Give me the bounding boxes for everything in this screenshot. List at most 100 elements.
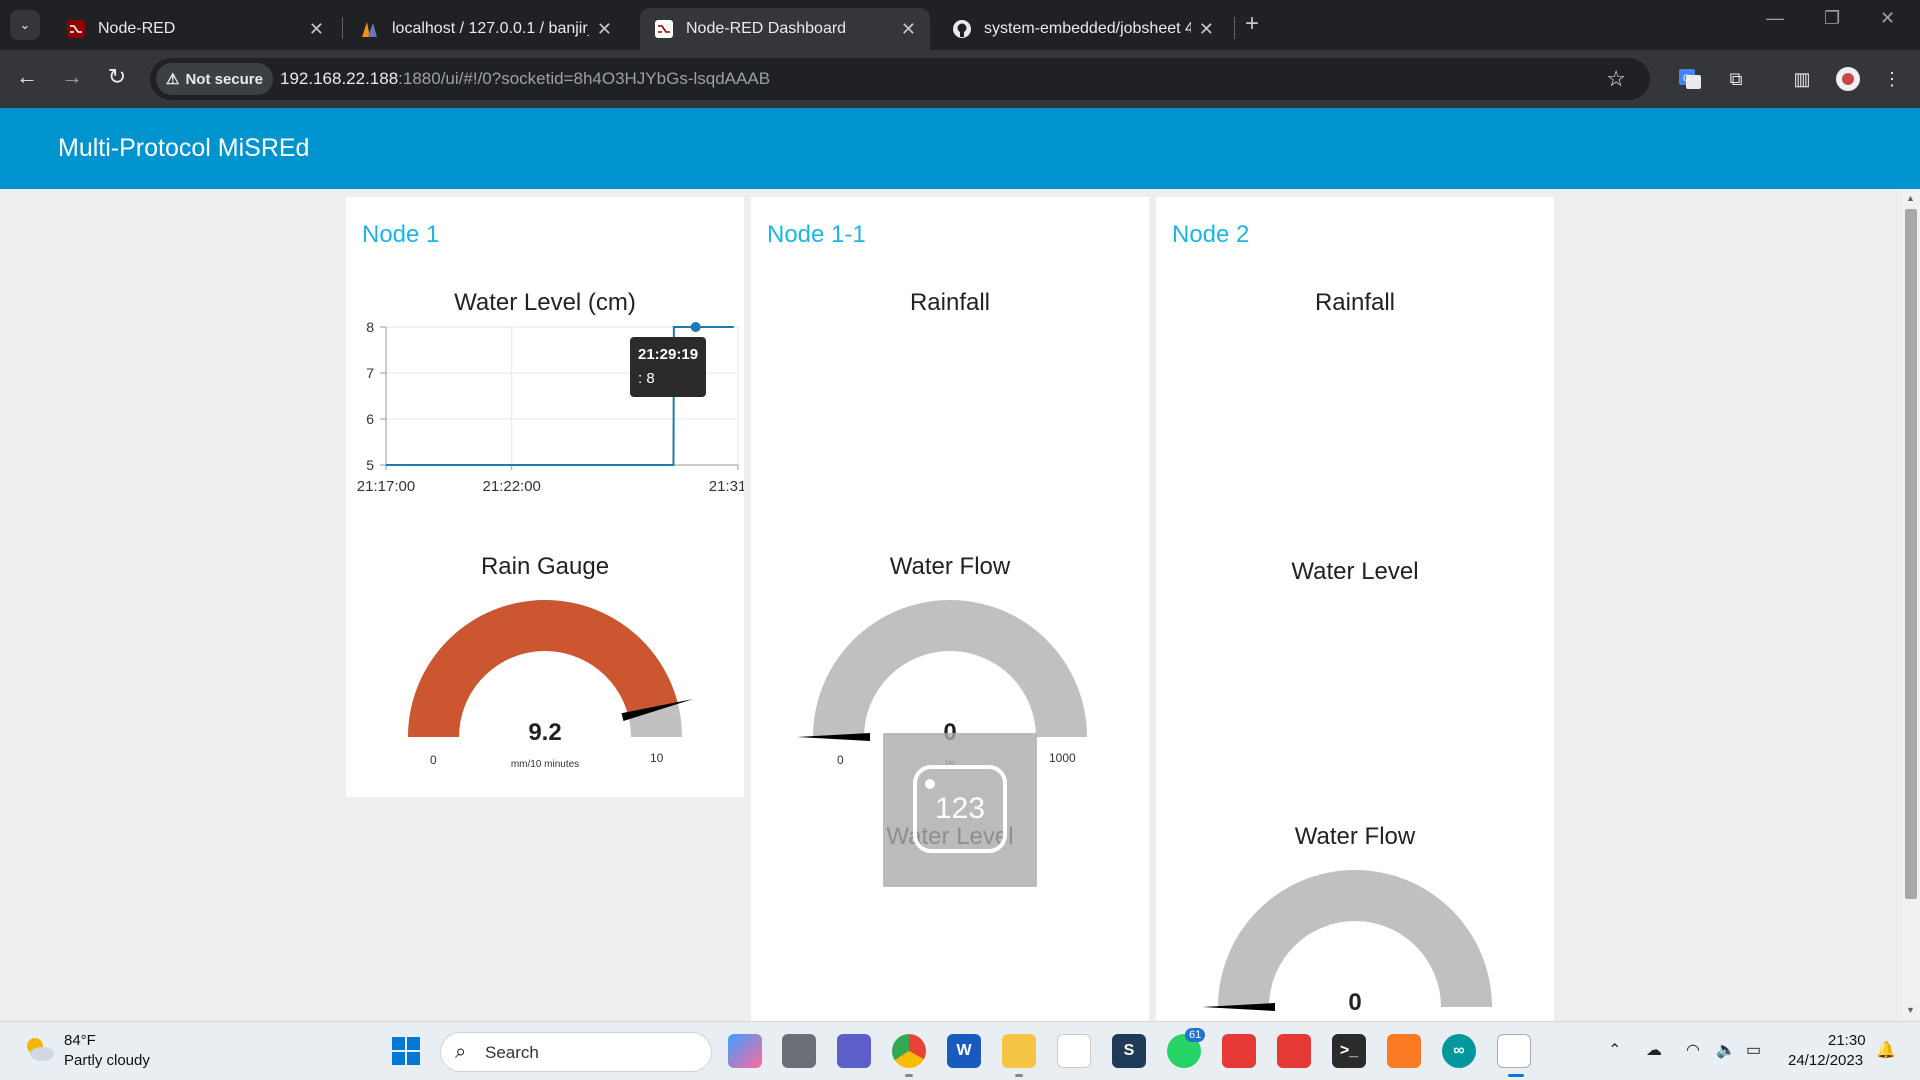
bookmark-star-icon[interactable]: ☆ (1606, 66, 1626, 92)
tab-close-icon[interactable]: ✕ (901, 19, 916, 40)
page-scrollbar[interactable]: ▲ ▼ (1902, 189, 1920, 1021)
extensions-icon[interactable]: ⧉ (1722, 65, 1750, 93)
battery-icon[interactable]: ▭ (1746, 1040, 1761, 1060)
gauge-min: 0 (837, 753, 844, 767)
taskbar-search[interactable]: ⌕ Search (440, 1032, 712, 1072)
new-tab-button[interactable]: + (1245, 10, 1259, 38)
word-icon[interactable]: W (947, 1034, 981, 1068)
xampp-icon[interactable] (1387, 1034, 1421, 1068)
group-node-1-1: Node 1-1 Rainfall Water Flow 0 l/s 0 100… (751, 197, 1149, 1021)
reload-icon[interactable]: ↻ (102, 64, 132, 90)
gauge-value: 0 (1348, 989, 1362, 1016)
y-tick-label: 6 (366, 411, 374, 427)
scroll-up-icon[interactable]: ▲ (1906, 193, 1915, 203)
github-icon (953, 20, 971, 38)
tab-title: system-embedded/jobsheet 4/ (984, 20, 1191, 37)
gauge-title: Water Flow (1294, 823, 1416, 850)
snipping-tool-icon[interactable] (1497, 1034, 1531, 1068)
security-label: Not secure (185, 70, 263, 88)
gauge-max: 1000 (1049, 751, 1076, 765)
gauge-min: 0 (430, 753, 437, 767)
terminal-icon[interactable]: >_ (1332, 1034, 1366, 1068)
numeric-icon-text: 123 (934, 792, 986, 825)
tray-overflow-icon[interactable]: ⌃ (1608, 1040, 1621, 1060)
address-bar[interactable]: ⚠ Not secure 192.168.22.188:1880/ui/#!/0… (150, 58, 1650, 100)
minimize-icon[interactable]: — (1766, 8, 1784, 29)
tab-close-icon[interactable]: ✕ (597, 19, 612, 40)
volume-icon[interactable]: 🔈 (1716, 1040, 1736, 1060)
node-red-dashboard-icon (655, 20, 673, 38)
side-panel-icon[interactable]: ▥ (1788, 65, 1816, 93)
app-s-icon[interactable]: S (1112, 1034, 1146, 1068)
group-title: Node 2 (1172, 221, 1250, 248)
x-tick-label: 21:17:00 (357, 478, 415, 495)
rainfall-title: Rainfall (1314, 289, 1396, 316)
security-chip[interactable]: ⚠ Not secure (156, 63, 273, 95)
browser-menu-icon[interactable]: ⋮ (1878, 65, 1906, 93)
x-tick-label: 21:22:00 (483, 478, 541, 495)
tab-phpmyadmin[interactable]: localhost / 127.0.0.1 / banjir_db ✕ (346, 8, 626, 50)
git-icon[interactable] (1222, 1034, 1256, 1068)
scrollbar-thumb[interactable] (1905, 209, 1917, 899)
chrome-icon[interactable] (892, 1034, 926, 1068)
gauge-unit: mm/10 minutes (510, 759, 580, 770)
browser-toolbar: ← → ↻ ⚠ Not secure 192.168.22.188:1880/u… (0, 50, 1920, 108)
teams-icon[interactable] (837, 1034, 871, 1068)
tab-search-button[interactable]: ⌄ (10, 10, 40, 40)
dashboard-header: Multi-Protocol MiSREd (0, 108, 1920, 189)
tab-node-red-dashboard[interactable]: Node-RED Dashboard ✕ (640, 8, 930, 50)
y-tick-label: 7 (366, 365, 374, 381)
numeric-icon-dot (925, 779, 935, 789)
numeric-widget-icon: 123 (913, 765, 1007, 853)
weather-partly-cloudy-icon[interactable] (22, 1034, 56, 1064)
node-red-icon (67, 20, 85, 38)
tab-separator (1234, 17, 1235, 39)
onedrive-icon[interactable]: ☁ (1646, 1040, 1662, 1060)
tab-github[interactable]: system-embedded/jobsheet 4/ ✕ (938, 8, 1228, 50)
y-tick-label: 8 (366, 319, 374, 335)
notification-bell-icon[interactable]: 🔔 (1876, 1040, 1896, 1060)
weather-temp: 84°F (64, 1032, 96, 1049)
git-gui-icon[interactable] (1277, 1034, 1311, 1068)
tab-node-red[interactable]: Node-RED ✕ (52, 8, 338, 50)
file-explorer-icon[interactable] (1002, 1034, 1036, 1068)
numeric-widget-drag-ghost[interactable]: 123 (883, 733, 1037, 887)
group-node-1: Node 1 Water Level (cm) 5 6 7 8 21:17:00 21:2… (346, 197, 744, 797)
scroll-down-icon[interactable]: ▼ (1906, 1005, 1915, 1015)
wifi-icon[interactable]: ◠ (1686, 1040, 1700, 1060)
url-text[interactable]: 192.168.22.188:1880/ui/#!/0?socketid=8h4… (280, 69, 770, 89)
gauge-title: Rain Gauge (480, 553, 610, 580)
windows-start-icon[interactable] (391, 1036, 421, 1066)
tab-title: localhost / 127.0.0.1 / banjir_db (392, 20, 589, 37)
task-view-icon[interactable] (782, 1034, 816, 1068)
chart-tooltip: 21:29:19 : 8 (630, 337, 707, 397)
weather-desc: Partly cloudy (64, 1052, 150, 1069)
clock-date[interactable]: 24/12/2023 (1788, 1052, 1863, 1069)
gauge-background-arc (1218, 870, 1492, 1007)
restore-icon[interactable]: ❐ (1824, 8, 1840, 29)
profile-avatar[interactable] (1834, 65, 1862, 93)
close-window-icon[interactable]: ✕ (1880, 8, 1895, 29)
google-translate-icon[interactable]: G (1676, 65, 1704, 93)
water-level-title: Water Level (1291, 558, 1419, 585)
copilot-icon[interactable] (728, 1034, 762, 1068)
highlighted-data-point (690, 322, 701, 332)
forward-icon[interactable]: → (57, 64, 87, 90)
clock-time[interactable]: 21:30 (1828, 1032, 1866, 1049)
dashboard-title: Multi-Protocol MiSREd (58, 134, 310, 162)
tab-close-icon[interactable]: ✕ (1199, 19, 1214, 40)
back-icon[interactable]: ← (12, 64, 42, 90)
gauge-title: Water Flow (889, 553, 1011, 580)
tab-separator (342, 17, 343, 39)
group-title: Node 1-1 (767, 221, 866, 248)
browser-tab-strip: ⌄ Node-RED ✕ localhost / 127.0.0.1 / ban… (0, 0, 1920, 50)
arduino-icon[interactable]: ∞ (1442, 1034, 1476, 1068)
url-path: :1880/ui/#!/0?socketid=8h4O3HJYbGs-lsqdA… (398, 69, 771, 88)
gauge-background-arc (813, 600, 1087, 737)
group-node-2: Node 2 Rainfall Water Level Water Flow 0… (1156, 197, 1554, 1021)
y-tick-label: 5 (366, 457, 374, 473)
chart-title: Water Level (cm) (454, 289, 636, 316)
dashboard-content: Node 1 Water Level (cm) 5 6 7 8 21:17:00 21:2… (0, 189, 1902, 1021)
microsoft-store-icon[interactable] (1057, 1034, 1091, 1068)
tab-close-icon[interactable]: ✕ (309, 19, 324, 40)
